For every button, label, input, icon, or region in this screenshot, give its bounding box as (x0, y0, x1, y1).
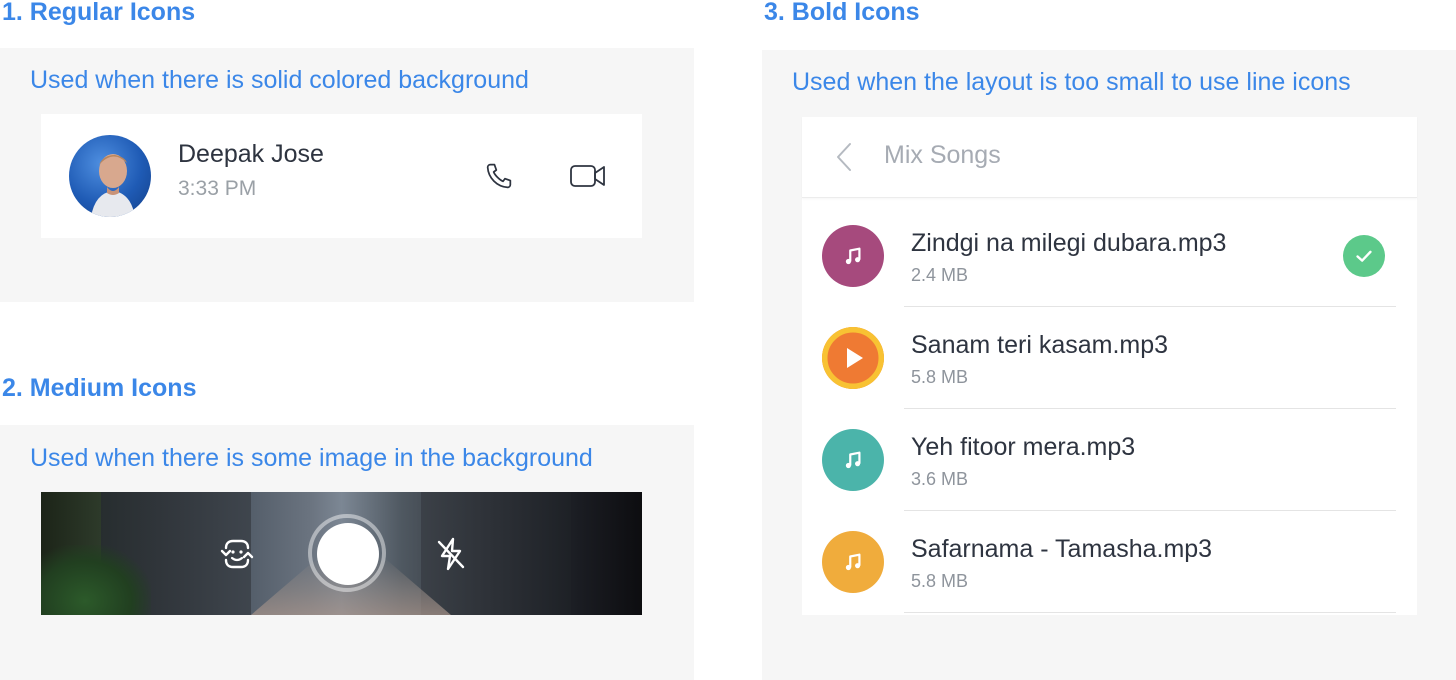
song-title: Yeh fitoor mera.mp3 (911, 433, 1136, 461)
avatar[interactable] (69, 135, 151, 217)
song-size: 5.8 MB (911, 367, 969, 387)
flip-camera-button[interactable] (215, 532, 259, 576)
song-list-card: Mix Songs Zindgi na milegi dubara.mp3 2.… (802, 117, 1417, 615)
song-row[interactable]: Safarnama - Tamasha.mp3 5.8 MB (802, 511, 1417, 613)
song-list-title: Mix Songs (884, 141, 1001, 169)
song-icon (822, 327, 884, 389)
contact-name: Deepak Jose (178, 140, 324, 168)
flip-camera-icon (220, 539, 254, 569)
song-icon (822, 429, 884, 491)
contact-time: 3:33 PM (178, 177, 257, 200)
video-camera-icon (570, 165, 605, 187)
song-size: 3.6 MB (911, 469, 969, 489)
chevron-left-icon (837, 143, 851, 171)
song-list-header: Mix Songs (802, 117, 1417, 198)
section-heading-regular-icons: 1. Regular Icons (2, 0, 196, 26)
song-title: Sanam teri kasam.mp3 (911, 331, 1169, 359)
song-icon (822, 531, 884, 593)
regular-icons-subtitle: Used when there is solid colored backgro… (30, 66, 529, 94)
song-row[interactable]: Yeh fitoor mera.mp3 3.6 MB (802, 409, 1417, 511)
song-row[interactable]: Sanam teri kasam.mp3 5.8 MB (802, 307, 1417, 409)
song-size: 5.8 MB (911, 571, 969, 591)
bold-icons-subtitle: Used when the layout is too small to use… (792, 68, 1351, 96)
song-row[interactable]: Zindgi na milegi dubara.mp3 2.4 MB (802, 205, 1417, 307)
song-title: Safarnama - Tamasha.mp3 (911, 535, 1213, 563)
camera-preview-bar (41, 492, 642, 615)
selected-check[interactable] (1343, 235, 1385, 277)
call-button[interactable] (481, 158, 517, 194)
avatar-photo (91, 154, 135, 217)
row-divider (904, 612, 1396, 613)
section-heading-bold-icons: 3. Bold Icons (764, 0, 920, 26)
flash-toggle-button[interactable] (429, 532, 473, 576)
section-heading-medium-icons: 2. Medium Icons (2, 374, 197, 402)
song-title: Zindgi na milegi dubara.mp3 (911, 229, 1227, 257)
music-note-icon (845, 247, 861, 265)
contact-card[interactable]: Deepak Jose 3:33 PM (41, 114, 642, 238)
music-note-icon (845, 451, 861, 469)
medium-icons-subtitle: Used when there is some image in the bac… (30, 444, 593, 472)
flash-off-icon (437, 537, 465, 571)
phone-icon (486, 163, 512, 189)
song-size: 2.4 MB (911, 265, 969, 285)
checkmark-icon (1356, 250, 1372, 262)
music-note-icon (845, 553, 861, 571)
play-progress-icon (824, 329, 882, 387)
video-call-button[interactable] (567, 158, 609, 194)
back-button[interactable] (832, 141, 858, 173)
song-icon (822, 225, 884, 287)
background-photo-trees (41, 545, 151, 615)
shutter-button[interactable] (317, 523, 379, 585)
